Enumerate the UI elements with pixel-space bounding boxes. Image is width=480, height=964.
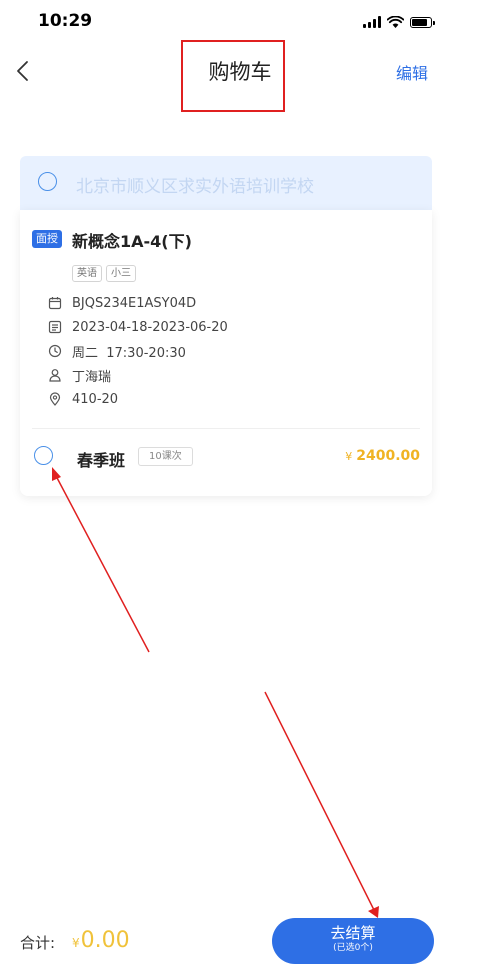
total-label: 合计: — [20, 934, 56, 952]
class-price: ¥2400.00 — [345, 448, 420, 464]
checkout-button[interactable]: 去结算 (已选0个) — [272, 918, 434, 964]
signal-icon — [363, 16, 381, 28]
mode-badge: 面授 — [32, 230, 62, 248]
date-range: 2023-04-18-2023-06-20 — [72, 319, 228, 335]
course-title: 新概念1A-4(下) — [72, 232, 192, 251]
schedule: 周二 17:30-20:30 — [72, 345, 186, 361]
date-range-icon — [48, 320, 62, 334]
wifi-icon — [387, 16, 404, 28]
course-code-row: BJQS234E1ASY04D — [48, 294, 196, 312]
card-divider — [32, 428, 420, 429]
battery-icon — [410, 16, 435, 28]
arrow-to-checkout — [264, 691, 375, 911]
course-code: BJQS234E1ASY04D — [72, 295, 197, 311]
person-icon — [48, 368, 62, 382]
lesson-count-badge: 10课次 — [138, 447, 193, 466]
clock-icon — [48, 344, 62, 358]
subject-tag: 英语 — [72, 265, 102, 282]
checkout-selected-count: (已选0个) — [333, 943, 373, 953]
edit-button[interactable]: 编辑 — [396, 60, 428, 84]
location-pin-icon — [48, 392, 62, 406]
course-card: 面授 新概念1A-4(下) 英语 小三 BJQS234E1ASY04D 2023… — [20, 210, 432, 496]
teacher-row: 丁海瑞 — [48, 366, 112, 385]
class-name: 春季班 — [77, 451, 126, 470]
schedule-row: 周二 17:30-20:30 — [48, 342, 186, 361]
location-row: 410-20 — [48, 390, 118, 408]
status-bar: 10:29 — [0, 0, 480, 44]
status-icons — [363, 14, 435, 30]
class-select-radio[interactable] — [34, 446, 53, 465]
calendar-icon — [48, 296, 62, 310]
bottom-bar: 合计: ¥0.00 去结算 (已选0个) — [0, 910, 480, 964]
arrow-to-radio — [54, 473, 150, 653]
price-value: 2400.00 — [356, 448, 420, 464]
title-highlight-box — [181, 40, 285, 112]
grade-tag: 小三 — [106, 265, 136, 282]
total-currency: ¥ — [72, 936, 80, 950]
total-price: ¥0.00 — [72, 928, 130, 953]
course-tags: 英语 小三 — [72, 265, 136, 282]
date-range-row: 2023-04-18-2023-06-20 — [48, 318, 228, 336]
school-name: 北京市顺义区求实外语培训学校 — [76, 177, 314, 197]
school-group-header: 北京市顺义区求实外语培训学校 — [20, 156, 432, 210]
school-select-radio[interactable] — [38, 172, 57, 191]
price-currency: ¥ — [345, 450, 353, 463]
status-time: 10:29 — [38, 11, 93, 31]
room-number: 410-20 — [72, 391, 119, 407]
teacher-name: 丁海瑞 — [72, 369, 112, 385]
checkout-label: 去结算 — [330, 924, 376, 942]
total-value: 0.00 — [80, 928, 130, 953]
